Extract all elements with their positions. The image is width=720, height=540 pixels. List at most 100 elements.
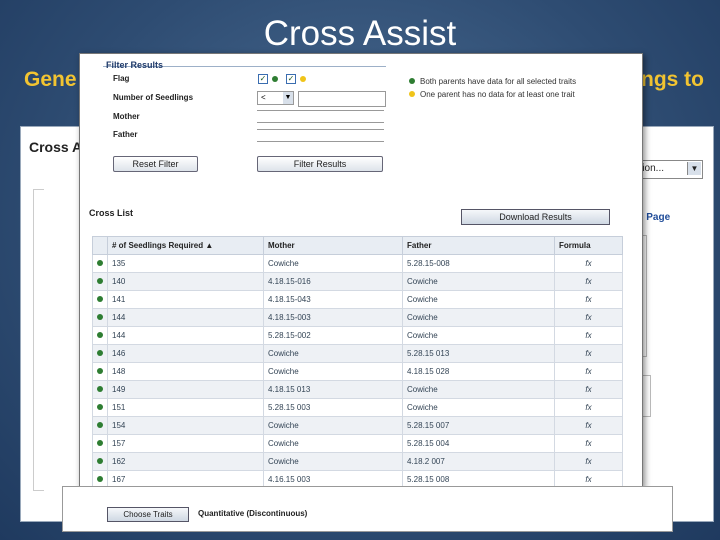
green-dot-icon <box>97 386 103 392</box>
father-cell: Cowiche <box>402 326 555 345</box>
formula-cell[interactable]: fx <box>554 344 623 363</box>
green-dot-icon <box>97 440 103 446</box>
formula-cell[interactable]: fx <box>554 362 623 381</box>
table-row[interactable]: 149 4.18.15 013 Cowiche fx <box>92 380 623 399</box>
filter-header: Filter Results <box>106 60 164 70</box>
table-row[interactable]: 144 4.18.15-003 Cowiche fx <box>92 308 623 327</box>
father-cell: 5.28.15-008 <box>402 254 555 273</box>
green-dot-icon <box>97 260 103 266</box>
flag-cell <box>92 416 108 435</box>
formula-cell[interactable]: fx <box>554 452 623 471</box>
green-dot-icon <box>97 314 103 320</box>
father-label: Father <box>113 130 138 139</box>
formula-cell[interactable]: fx <box>554 326 623 345</box>
seedlings-cell: 162 <box>107 452 264 471</box>
green-dot-icon <box>97 278 103 284</box>
father-cell: Cowiche <box>402 290 555 309</box>
father-cell: 5.28.15 007 <box>402 416 555 435</box>
yellow-dot-icon <box>409 91 415 97</box>
father-cell: 4.18.15 028 <box>402 362 555 381</box>
green-dot-icon <box>97 332 103 338</box>
flag-cell <box>92 398 108 417</box>
table-row[interactable]: 140 4.18.15-016 Cowiche fx <box>92 272 623 291</box>
flag-yellow-checkbox[interactable]: ✓ <box>286 74 296 84</box>
seedlings-cell: 146 <box>107 344 264 363</box>
seedlings-cell: 151 <box>107 398 264 417</box>
subtitle-right: ngs to <box>641 68 704 91</box>
choose-traits-button[interactable]: Choose Traits <box>107 507 189 522</box>
father-cell: 5.28.15 004 <box>402 434 555 453</box>
legend-yellow-text: One parent has no data for at least one … <box>420 90 575 99</box>
formula-cell[interactable]: fx <box>554 416 623 435</box>
mother-cell: 4.18.15 013 <box>263 380 403 399</box>
seedlings-cell: 140 <box>107 272 264 291</box>
seedlings-label: Number of Seedlings <box>113 93 194 102</box>
father-cell: 5.28.15 013 <box>402 344 555 363</box>
father-input[interactable] <box>257 141 384 142</box>
chevron-down-icon: ▼ <box>283 92 293 104</box>
yellow-dot-icon <box>300 76 306 82</box>
mother-cell: 5.28.15 003 <box>263 398 403 417</box>
table-row[interactable]: 141 4.18.15-043 Cowiche fx <box>92 290 623 309</box>
table-row[interactable]: 146 Cowiche 5.28.15 013 fx <box>92 344 623 363</box>
seedlings-cell: 144 <box>107 326 264 345</box>
formula-cell[interactable]: fx <box>554 308 623 327</box>
green-dot-icon <box>97 368 103 374</box>
table-row[interactable]: 144 5.28.15-002 Cowiche fx <box>92 326 623 345</box>
legend-yellow: One parent has no data for at least one … <box>409 90 575 99</box>
flag-green-checkbox[interactable]: ✓ <box>258 74 268 84</box>
mother-cell: Cowiche <box>263 434 403 453</box>
table-row[interactable]: 154 Cowiche 5.28.15 007 fx <box>92 416 623 435</box>
green-dot-icon <box>97 458 103 464</box>
column-header-seedlings[interactable]: # of Seedlings Required ▲ <box>107 236 264 255</box>
cross-assist-screenshot: Filter Results Flag ✓ ✓ Number of Seedli… <box>79 53 643 488</box>
column-header-mother[interactable]: Mother <box>263 236 403 255</box>
table-header-row: # of Seedlings Required ▲ Mother Father … <box>92 236 623 255</box>
flag-label: Flag <box>113 74 130 83</box>
column-header-formula[interactable]: Formula <box>554 236 623 255</box>
green-dot-icon <box>272 76 278 82</box>
seedlings-operator-select[interactable]: < ▼ <box>257 91 294 105</box>
table-row[interactable]: 148 Cowiche 4.18.15 028 fx <box>92 362 623 381</box>
mother-label: Mother <box>113 112 140 121</box>
father-field-top <box>257 129 384 130</box>
formula-cell[interactable]: fx <box>554 398 623 417</box>
formula-cell[interactable]: fx <box>554 254 623 273</box>
reset-filter-button[interactable]: Reset Filter <box>113 156 198 172</box>
table-row[interactable]: 135 Cowiche 5.28.15-008 fx <box>92 254 623 273</box>
seedlings-cell: 144 <box>107 308 264 327</box>
mother-cell: Cowiche <box>263 344 403 363</box>
mother-cell: Cowiche <box>263 362 403 381</box>
green-dot-icon <box>97 350 103 356</box>
legend-green-text: Both parents have data for all selected … <box>420 77 577 86</box>
father-cell: 4.18.2 007 <box>402 452 555 471</box>
formula-cell[interactable]: fx <box>554 272 623 291</box>
column-header-father[interactable]: Father <box>402 236 555 255</box>
seedlings-cell: 141 <box>107 290 264 309</box>
flag-cell <box>92 344 108 363</box>
father-cell: Cowiche <box>402 272 555 291</box>
table-row[interactable]: 151 5.28.15 003 Cowiche fx <box>92 398 623 417</box>
green-dot-icon <box>97 296 103 302</box>
table-row[interactable]: 162 Cowiche 4.18.2 007 fx <box>92 452 623 471</box>
flag-cell <box>92 290 108 309</box>
seedlings-cell: 149 <box>107 380 264 399</box>
seedlings-cell: 157 <box>107 434 264 453</box>
slide-title: Cross Assist <box>263 14 457 53</box>
table-row[interactable]: 157 Cowiche 5.28.15 004 fx <box>92 434 623 453</box>
legend-green: Both parents have data for all selected … <box>409 77 576 86</box>
seedlings-operator-value: < <box>261 93 266 102</box>
seedlings-input[interactable] <box>298 91 386 107</box>
mother-input[interactable] <box>257 122 384 123</box>
chevron-down-icon: ▼ <box>687 162 701 175</box>
flag-cell <box>92 434 108 453</box>
filter-results-button[interactable]: Filter Results <box>257 156 383 172</box>
mother-cell: Cowiche <box>263 254 403 273</box>
formula-cell[interactable]: fx <box>554 434 623 453</box>
formula-cell[interactable]: fx <box>554 380 623 399</box>
seedlings-cell: 148 <box>107 362 264 381</box>
mother-cell: Cowiche <box>263 416 403 435</box>
download-results-button[interactable]: Download Results <box>461 209 610 225</box>
flag-cell <box>92 272 108 291</box>
formula-cell[interactable]: fx <box>554 290 623 309</box>
